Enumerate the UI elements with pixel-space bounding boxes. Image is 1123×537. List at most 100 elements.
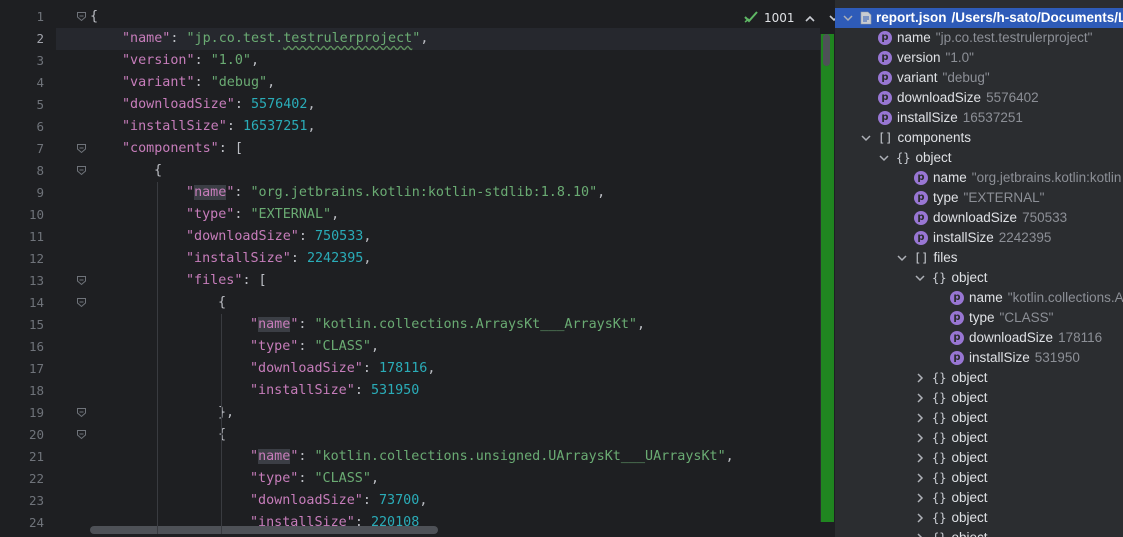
tree-node-content: p variant "debug" [878,68,990,88]
code-line[interactable]: "type": "EXTERNAL", [186,204,339,226]
line-number: 11 [28,229,44,244]
code-token: , [267,75,276,90]
tree-node-object[interactable]: {} object [835,448,1123,468]
code-token: 531950 [370,383,420,398]
fold-marker-icon[interactable] [76,407,87,418]
tree-node-content: {} object [932,468,987,488]
line-number: 16 [28,339,44,354]
chevron-right-icon[interactable] [915,528,925,537]
line-number: 1 [36,9,44,24]
code-token: { [218,295,227,310]
code-line[interactable]: { [90,6,98,28]
code-token: : [234,207,251,222]
tree-node-content: p name "kotlin.collections.A [950,288,1123,308]
code-line[interactable]: "downloadSize": 750533, [186,226,371,248]
line-number: 23 [28,493,44,508]
code-line[interactable]: "downloadSize": 178116, [250,358,435,380]
code-line[interactable]: "name": "org.jetbrains.kotlin:kotlin-std… [186,182,605,204]
code-line[interactable]: "components": [ [122,138,243,160]
line-number: 24 [28,515,44,530]
tree-node-object[interactable]: {} object [835,388,1123,408]
code-line[interactable]: "type": "CLASS", [250,468,379,490]
tree-node-label: object [951,510,988,525]
tree-node-content: p installSize 531950 [950,348,1080,368]
code-line[interactable]: "name": "kotlin.collections.unsigned.UAr… [250,446,734,468]
chevron-down-icon[interactable] [825,12,835,25]
tree-node-prop[interactable]: p name "kotlin.collections.A [835,288,1123,308]
code-token: : [170,31,187,46]
code-line[interactable]: "installSize": 531950 [250,380,419,402]
tree-node-label: downloadSize [969,330,1054,345]
fold-marker-icon[interactable] [76,297,87,308]
code-line[interactable]: "files": [ [186,270,267,292]
tree-node-array[interactable]: [] files [835,248,1123,268]
code-line[interactable]: "name": "jp.co.test.testrulerproject", [122,28,428,50]
code-token: " [250,449,259,464]
line-number: 10 [28,207,44,222]
tree-node-label: type [969,310,995,325]
tree-node-object[interactable]: {} object [835,488,1123,508]
code-editor[interactable]: 1001 1 {2 "name": "jp.co.test.testrulerpro… [0,0,835,537]
tree-node-prop[interactable]: p name "org.jetbrains.kotlin:kotlin [835,168,1123,188]
tree-node-value: 16537251 [962,110,1023,125]
line-number: 20 [28,427,44,442]
tree-node-array[interactable]: [] components [835,128,1123,148]
inspection-widget[interactable]: 1001 [744,8,835,28]
line-number: 6 [36,119,44,134]
tree-node-object[interactable]: {} object [835,408,1123,428]
tree-node-object[interactable]: {} object [835,508,1123,528]
tree-node-prop[interactable]: p installSize 2242395 [835,228,1123,248]
tree-node-prop[interactable]: p installSize 16537251 [835,108,1123,128]
code-token: "EXTERNAL" [250,207,332,222]
code-line[interactable]: { [154,160,162,182]
tree-node-content: p version "1.0" [878,48,974,68]
tree-node-content: {} object [932,448,987,468]
tree-root-file[interactable]: report.json/Users/h-sato/Documents/Lo [835,8,1123,28]
code-line[interactable]: "name": "kotlin.collections.ArraysKt___A… [250,314,645,336]
fold-marker-icon[interactable] [76,275,87,286]
vertical-scrollbar-thumb[interactable] [823,34,830,66]
code-line[interactable]: "variant": "debug", [122,72,275,94]
tree-node-object[interactable]: {} object [835,428,1123,448]
tree-node-object[interactable]: {} object [835,368,1123,388]
code-line[interactable]: "installSize": 16537251, [122,116,316,138]
tree-node-prop[interactable]: p variant "debug" [835,68,1123,88]
tree-node-prop[interactable]: p downloadSize 178116 [835,328,1123,348]
object-icon: {} [932,511,947,525]
fold-marker-icon[interactable] [76,429,87,440]
tree-node-prop[interactable]: p downloadSize 750533 [835,208,1123,228]
tree-node-content: {} object [932,508,987,528]
tree-node-label: downloadSize [897,90,982,105]
tree-node-object[interactable]: {} object [835,528,1123,537]
object-icon: {} [896,151,911,165]
code-token: "type" [186,207,235,222]
tree-node-content: [] components [878,128,971,148]
code-line[interactable]: "downloadSize": 5576402, [122,94,316,116]
tree-node-object[interactable]: {} object [835,268,1123,288]
code-line[interactable]: { [218,424,226,446]
code-line[interactable]: "installSize": 220108 [250,512,419,534]
fold-marker-icon[interactable] [76,165,87,176]
tree-node-label: object [951,530,987,537]
tree-node-prop[interactable]: p version "1.0" [835,48,1123,68]
code-line[interactable]: "downloadSize": 73700, [250,490,427,512]
tree-node-prop[interactable]: p name "jp.co.test.testrulerproject" [835,28,1123,48]
code-line[interactable]: "type": "CLASS", [250,336,379,358]
tree-node-object[interactable]: {} object [835,468,1123,488]
tree-node-object[interactable]: {} object [835,148,1123,168]
code-line[interactable]: "version": "1.0", [122,50,259,72]
code-token: name [194,185,227,200]
code-line[interactable]: { [218,292,226,314]
tree-node-prop[interactable]: p downloadSize 5576402 [835,88,1123,108]
tree-node-prop[interactable]: p type "CLASS" [835,308,1123,328]
tree-node-prop[interactable]: p type "EXTERNAL" [835,188,1123,208]
fold-marker-icon[interactable] [76,143,87,154]
tree-node-prop[interactable]: p installSize 531950 [835,348,1123,368]
code-line[interactable]: "installSize": 2242395, [186,248,371,270]
chevron-up-icon[interactable] [801,12,819,25]
inspection-count: 1001 [764,11,795,25]
line-number: 2 [36,31,44,46]
line-number: 22 [28,471,44,486]
code-token: "type" [250,339,299,354]
fold-marker-icon[interactable] [76,11,87,22]
